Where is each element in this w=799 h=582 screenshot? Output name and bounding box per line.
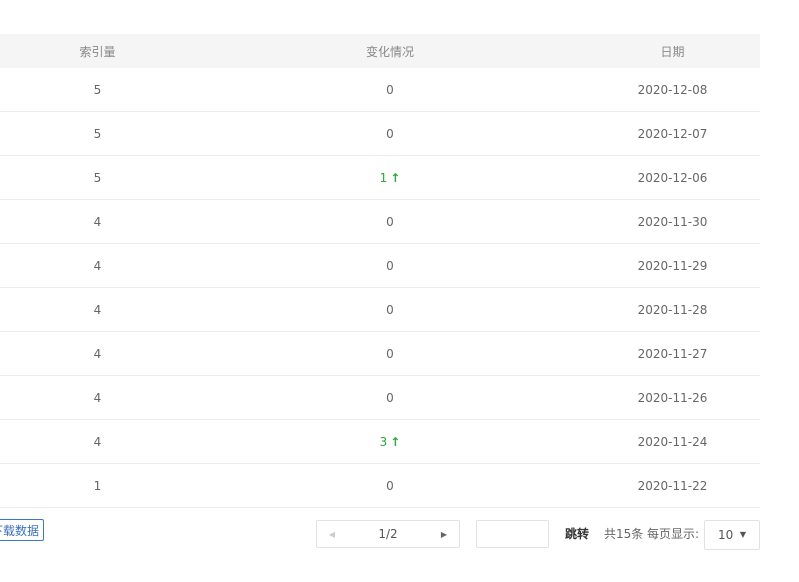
arrow-up-icon: ↑ <box>390 170 401 185</box>
header-index[interactable]: 索引量 <box>0 34 195 68</box>
chevron-down-icon: ▼ <box>739 530 746 539</box>
cell-date: 2020-12-07 <box>585 111 760 156</box>
table-row: 4 0 2020-11-28 <box>0 287 760 332</box>
cell-date: 2020-12-06 <box>585 155 760 200</box>
change-value: 3 <box>379 434 388 449</box>
cell-index: 4 <box>0 199 195 244</box>
change-value: 0 <box>386 214 394 229</box>
cell-index: 4 <box>0 375 195 420</box>
cell-date: 2020-11-29 <box>585 243 760 288</box>
page: 索引量 变化情况 日期 5 0 2020-12-08 5 0 2020-12-07 5 1 ↑ 2… <box>0 0 799 582</box>
change-value: 0 <box>386 82 394 97</box>
cell-change: 0 <box>195 375 585 420</box>
table-row: 5 0 2020-12-07 <box>0 111 760 156</box>
cell-date: 2020-11-28 <box>585 287 760 332</box>
cell-index: 4 <box>0 287 195 332</box>
cell-change: 0 <box>195 68 585 112</box>
cell-change: 0 <box>195 243 585 288</box>
change-value: 0 <box>386 390 394 405</box>
jump-button[interactable]: 跳转 <box>565 520 589 548</box>
per-page-value: 10 <box>718 528 734 542</box>
change-value: 0 <box>386 126 394 141</box>
table-row: 1 0 2020-11-22 <box>0 463 760 508</box>
cell-change: 1 ↑ <box>195 155 585 200</box>
cell-date: 2020-11-30 <box>585 199 760 244</box>
jump-page-input[interactable] <box>476 520 549 548</box>
arrow-up-icon: ↑ <box>390 434 401 449</box>
table-row: 4 0 2020-11-27 <box>0 331 760 376</box>
cell-change: 0 <box>195 331 585 376</box>
cell-index: 4 <box>0 419 195 464</box>
table-row: 4 3 ↑ 2020-11-24 <box>0 419 760 464</box>
next-page-icon[interactable]: ▶ <box>429 530 459 539</box>
cell-index: 4 <box>0 243 195 288</box>
cell-change: 0 <box>195 287 585 332</box>
cell-date: 2020-11-27 <box>585 331 760 376</box>
cell-date: 2020-11-24 <box>585 419 760 464</box>
change-value: 0 <box>386 346 394 361</box>
table-body: 5 0 2020-12-08 5 0 2020-12-07 5 1 ↑ 2020-12-06 4 0 2… <box>0 68 760 508</box>
change-value: 0 <box>386 478 394 493</box>
cell-index: 1 <box>0 463 195 508</box>
download-data-button[interactable]: 下载数据 <box>0 519 44 541</box>
total-count: 共15条 <box>604 527 644 541</box>
change-value: 0 <box>386 258 394 273</box>
change-value: 1 <box>379 170 388 185</box>
cell-date: 2020-11-26 <box>585 375 760 420</box>
cell-index: 5 <box>0 68 195 112</box>
table-header-row: 索引量 变化情况 日期 <box>0 34 760 68</box>
cell-index: 5 <box>0 111 195 156</box>
header-date[interactable]: 日期 <box>585 34 760 68</box>
cell-index: 4 <box>0 331 195 376</box>
index-data-table: 索引量 变化情况 日期 5 0 2020-12-08 5 0 2020-12-07 5 1 ↑ 2… <box>0 34 760 508</box>
prev-page-icon[interactable]: ◀ <box>317 530 347 539</box>
cell-index: 5 <box>0 155 195 200</box>
cell-date: 2020-11-22 <box>585 463 760 508</box>
per-page-select[interactable]: 10 ▼ <box>704 520 760 550</box>
table-row: 4 0 2020-11-30 <box>0 199 760 244</box>
cell-change: 0 <box>195 463 585 508</box>
table-row: 5 0 2020-12-08 <box>0 68 760 112</box>
table-header: 索引量 变化情况 日期 <box>0 34 760 68</box>
cell-date: 2020-12-08 <box>585 68 760 112</box>
cell-change: 3 ↑ <box>195 419 585 464</box>
cell-change: 0 <box>195 199 585 244</box>
table-row: 4 0 2020-11-26 <box>0 375 760 420</box>
header-change[interactable]: 变化情况 <box>195 34 585 68</box>
pager: ◀ 1/2 ▶ <box>316 520 460 548</box>
cell-change: 0 <box>195 111 585 156</box>
per-page-label: 每页显示: <box>647 527 700 541</box>
change-value: 0 <box>386 302 394 317</box>
page-indicator: 1/2 <box>378 527 398 541</box>
table-row: 4 0 2020-11-29 <box>0 243 760 288</box>
table-row: 5 1 ↑ 2020-12-06 <box>0 155 760 200</box>
